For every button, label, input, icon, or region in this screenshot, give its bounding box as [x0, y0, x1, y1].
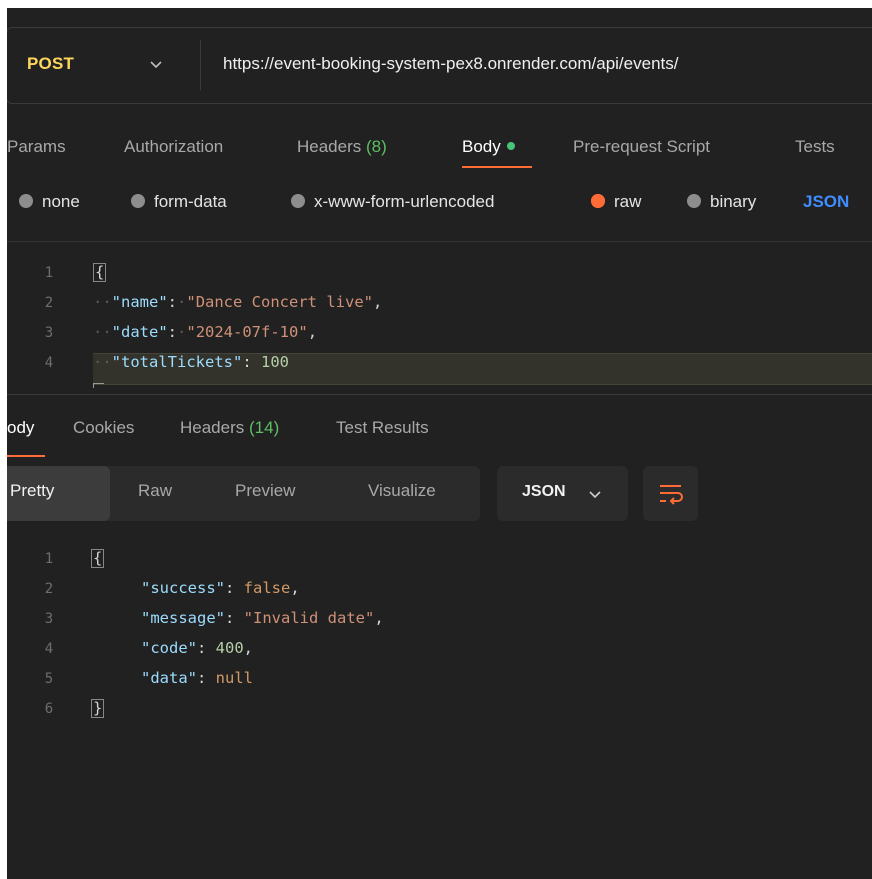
json-key: "success" [141, 579, 225, 597]
request-body-editor[interactable]: 1 2 3 4 { ··"name":·"Dance Concert live"… [7, 253, 872, 388]
url-input[interactable]: https://event-booking-system-pex8.onrend… [223, 54, 678, 74]
chevron-down-icon[interactable] [145, 53, 167, 75]
json-value: null [215, 669, 253, 687]
line-number: 3 [44, 325, 54, 341]
code-line-2: ··"name":·"Dance Concert live", [93, 293, 383, 311]
line-number: 6 [44, 701, 54, 717]
json-value: 400 [215, 639, 244, 657]
postman-app: POST https://event-booking-system-pex8.o… [7, 8, 872, 879]
code-line-4: "code": 400, [141, 639, 254, 657]
body-format-dropdown[interactable]: JSON [803, 192, 849, 212]
line-number: 3 [44, 611, 54, 627]
response-body-viewer[interactable]: 1 2 3 4 5 6 { "success": false, "message… [7, 543, 872, 743]
json-key: "code" [141, 639, 197, 657]
code-line-3: "message": "Invalid date", [141, 609, 384, 627]
tab-response-headers-label: Headers [180, 418, 245, 437]
line-number: 4 [44, 355, 54, 371]
json-value: "2024-07f-10" [186, 323, 308, 341]
response-view-bar: Pretty Raw Preview Visualize JSON [7, 466, 872, 526]
radio-none-label: none [42, 192, 80, 211]
tab-authorization[interactable]: Authorization [124, 137, 223, 157]
request-url-bar: POST https://event-booking-system-pex8.o… [7, 27, 872, 104]
active-tab-underline [7, 455, 45, 457]
chevron-down-icon [589, 491, 601, 499]
headers-count: (8) [366, 137, 387, 156]
tab-headers[interactable]: Headers (8) [297, 137, 387, 157]
json-key: "name" [111, 293, 168, 311]
line-number: 2 [44, 581, 54, 597]
json-value: 100 [261, 353, 289, 371]
tab-headers-label: Headers [297, 137, 362, 156]
view-visualize-button[interactable]: Visualize [368, 481, 436, 501]
response-tabs: ody Cookies Headers (14) Test Results [7, 403, 872, 463]
tab-test-results[interactable]: Test Results [336, 418, 429, 438]
response-format-label: JSON [522, 483, 566, 500]
json-value: "Invalid date" [243, 609, 375, 627]
close-brace: } [91, 699, 105, 718]
code-line-5: "data": null [141, 669, 253, 687]
body-indicator-dot [506, 142, 515, 150]
radio-icon [291, 194, 305, 208]
code-line-1: { [93, 263, 107, 282]
line-number: 5 [44, 671, 54, 687]
tab-prerequest-script[interactable]: Pre-request Script [573, 137, 710, 157]
request-tabs: Params Authorization Headers (8) Body Pr… [7, 130, 872, 170]
url-separator [200, 40, 201, 90]
tab-body-label: Body [462, 137, 501, 156]
code-line-3: ··"date":·"2024-07f-10", [93, 323, 318, 341]
radio-form-data-label: form-data [154, 192, 227, 211]
json-value: false [243, 579, 291, 597]
radio-icon [19, 194, 33, 208]
tab-response-headers[interactable]: Headers (14) [180, 418, 279, 438]
radio-urlencoded[interactable]: x-www-form-urlencoded [291, 192, 494, 212]
line-number: 1 [44, 265, 54, 281]
code-line-4: ··"totalTickets": 100 [93, 353, 289, 371]
open-brace: { [91, 549, 105, 568]
radio-icon [131, 194, 145, 208]
line-number: 4 [44, 641, 54, 657]
tab-response-body[interactable]: ody [7, 418, 34, 438]
view-pretty-button[interactable]: Pretty [10, 481, 54, 501]
json-key: "totalTickets" [111, 353, 243, 371]
radio-form-data[interactable]: form-data [131, 192, 227, 212]
view-raw-button[interactable]: Raw [138, 481, 172, 501]
radio-binary[interactable]: binary [687, 192, 756, 212]
line-number: 2 [44, 295, 54, 311]
radio-selected-icon [591, 194, 605, 208]
radio-urlencoded-label: x-www-form-urlencoded [314, 192, 495, 211]
code-line-1: { [91, 549, 105, 568]
json-key: "date" [111, 323, 168, 341]
radio-binary-label: binary [710, 192, 757, 211]
method-select[interactable]: POST [27, 54, 74, 74]
fold-marker [93, 383, 104, 388]
divider [7, 241, 872, 242]
open-brace: { [93, 263, 107, 282]
json-key: "data" [141, 669, 197, 687]
response-headers-count: (14) [249, 418, 280, 437]
radio-icon [687, 194, 701, 208]
radio-none[interactable]: none [19, 192, 80, 212]
word-wrap-icon [660, 485, 683, 505]
body-type-selector: none form-data x-www-form-urlencoded raw… [7, 183, 872, 223]
word-wrap-button[interactable] [643, 466, 698, 521]
json-key: "message" [141, 609, 225, 627]
tab-body[interactable]: Body [462, 137, 515, 157]
line-number: 1 [44, 551, 54, 567]
radio-raw-label: raw [614, 192, 642, 211]
tab-cookies[interactable]: Cookies [73, 418, 134, 438]
resize-divider[interactable] [7, 394, 872, 395]
active-tab-underline [462, 166, 532, 168]
code-line-2: "success": false, [141, 579, 300, 597]
tab-tests[interactable]: Tests [795, 137, 835, 157]
code-line-6: } [91, 699, 105, 718]
json-value: "Dance Concert live" [186, 293, 373, 311]
radio-raw[interactable]: raw [591, 192, 641, 212]
view-preview-button[interactable]: Preview [235, 481, 295, 501]
tab-params[interactable]: Params [7, 137, 66, 157]
